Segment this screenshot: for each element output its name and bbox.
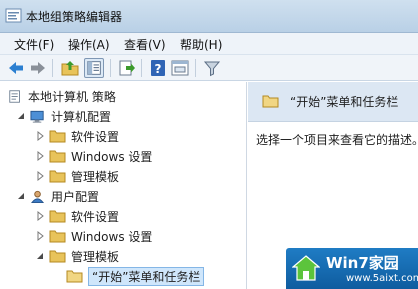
title-bar: 本地组策略编辑器 bbox=[0, 0, 418, 33]
collapsed-arrow-icon[interactable] bbox=[35, 131, 45, 141]
tree-item-admin-templates[interactable]: 管理模板 bbox=[35, 246, 119, 266]
toolbar-separator bbox=[52, 59, 53, 77]
menu-file[interactable]: 文件(F) bbox=[14, 36, 54, 53]
folder-icon bbox=[49, 130, 66, 142]
folder-icon bbox=[49, 150, 66, 162]
tree-label: Windows 设置 bbox=[71, 149, 153, 164]
tree-label: 软件设置 bbox=[71, 209, 120, 224]
window-title: 本地组策略编辑器 bbox=[26, 10, 123, 24]
expanded-arrow-icon[interactable] bbox=[16, 191, 26, 201]
watermark-logo: Win7家园 www.5aixt.com bbox=[286, 248, 418, 289]
tree-item-start-menu-taskbar[interactable]: “开始”菜单和任务栏 bbox=[66, 266, 205, 286]
folder-icon bbox=[49, 250, 66, 262]
tree-item-admin-templates[interactable]: 管理模板 bbox=[35, 166, 119, 186]
toolbar-separator bbox=[110, 59, 111, 77]
expanded-arrow-icon[interactable] bbox=[35, 251, 45, 261]
up-folder-icon[interactable] bbox=[60, 58, 80, 78]
policy-document-icon bbox=[9, 89, 20, 103]
tree-label: 管理模板 bbox=[71, 169, 120, 184]
tree-label: 管理模板 bbox=[71, 249, 120, 264]
filter-icon[interactable] bbox=[202, 58, 222, 78]
tree-item-software-settings[interactable]: 软件设置 bbox=[35, 126, 119, 146]
toolbar-separator bbox=[141, 59, 142, 77]
menu-help[interactable]: 帮助(H) bbox=[180, 36, 222, 53]
collapsed-arrow-icon[interactable] bbox=[35, 151, 45, 161]
menu-view[interactable]: 查看(V) bbox=[124, 36, 166, 53]
watermark-url: www.5aixt.com bbox=[346, 273, 418, 284]
tree-pane: 本地计算机 策略 计算机配置 软件设置 Windows 设置 管理模板 用户配置 bbox=[0, 82, 247, 289]
properties-icon[interactable] bbox=[170, 58, 190, 78]
watermark-title: Win7家园 bbox=[326, 254, 399, 272]
folder-icon bbox=[49, 210, 66, 222]
folder-icon bbox=[262, 95, 279, 108]
folder-open-icon bbox=[66, 270, 83, 282]
tree-item-user-config[interactable]: 用户配置 bbox=[16, 186, 99, 206]
tree-item-windows-settings[interactable]: Windows 设置 bbox=[35, 226, 152, 246]
help-icon[interactable]: ? bbox=[148, 58, 168, 78]
show-hide-tree-icon[interactable] bbox=[84, 58, 104, 78]
folder-icon bbox=[49, 230, 66, 242]
export-list-icon[interactable] bbox=[117, 58, 137, 78]
details-description: 选择一个项目来查看它的描述。 bbox=[256, 133, 418, 147]
folder-icon bbox=[49, 170, 66, 182]
toolbar-separator bbox=[195, 59, 196, 77]
tree-item-windows-settings[interactable]: Windows 设置 bbox=[35, 146, 152, 166]
details-header: “开始”菜单和任务栏 bbox=[248, 82, 418, 122]
menu-action[interactable]: 操作(A) bbox=[68, 36, 110, 53]
tree-item-root[interactable]: 本地计算机 策略 bbox=[8, 86, 116, 106]
collapsed-arrow-icon[interactable] bbox=[35, 171, 45, 181]
group-policy-app-icon bbox=[5, 8, 22, 23]
user-icon bbox=[31, 190, 45, 203]
menu-bar: 文件(F) 操作(A) 查看(V) 帮助(H) bbox=[0, 33, 418, 55]
collapsed-arrow-icon[interactable] bbox=[35, 211, 45, 221]
tree-label: 计算机配置 bbox=[51, 109, 112, 124]
svg-text:?: ? bbox=[155, 62, 162, 76]
details-title: “开始”菜单和任务栏 bbox=[290, 95, 399, 109]
house-logo-icon bbox=[292, 255, 320, 281]
computer-icon bbox=[30, 110, 44, 123]
tree-label: 软件设置 bbox=[71, 129, 120, 144]
forward-icon[interactable] bbox=[28, 58, 48, 78]
toolbar: ? bbox=[0, 55, 418, 81]
tree-label: Windows 设置 bbox=[71, 229, 153, 244]
tree-item-software-settings[interactable]: 软件设置 bbox=[35, 206, 119, 226]
tree-label: 用户配置 bbox=[51, 189, 100, 204]
tree-label: 本地计算机 策略 bbox=[28, 89, 116, 104]
expanded-arrow-icon[interactable] bbox=[16, 111, 26, 121]
back-icon[interactable] bbox=[6, 58, 26, 78]
tree-item-computer-config[interactable]: 计算机配置 bbox=[16, 106, 111, 126]
collapsed-arrow-icon[interactable] bbox=[35, 231, 45, 241]
tree-label: “开始”菜单和任务栏 bbox=[88, 266, 205, 286]
